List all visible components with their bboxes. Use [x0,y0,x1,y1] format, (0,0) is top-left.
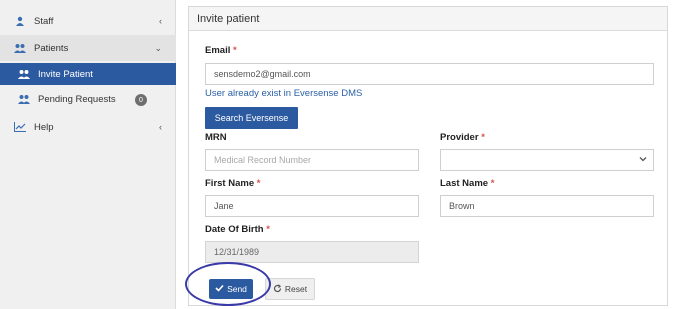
last-name-label: Last Name * [440,178,494,189]
sidebar-item-invite-patient[interactable]: Invite Patient [0,63,176,85]
users-icon [14,43,26,53]
email-field[interactable]: sensdemo2@gmail.com [205,63,654,85]
reset-button[interactable]: Reset [265,278,315,300]
sidebar-item-staff[interactable]: Staff ‹ [0,8,176,34]
invite-patient-panel: Invite patient Email * sensdemo2@gmail.c… [188,6,668,306]
sidebar-item-label: Help [34,121,54,133]
sidebar-item-patients[interactable]: Patients ⌄ [0,35,176,61]
search-eversense-button[interactable]: Search Eversense [205,107,298,129]
sidebar-item-pending-requests[interactable]: Pending Requests 0 [0,88,176,110]
dob-label: Date Of Birth * [205,224,270,235]
chevron-left-icon: ‹ [159,16,162,26]
panel-header: Invite patient [189,7,667,31]
first-name-field[interactable]: Jane [205,195,419,217]
sidebar-item-label: Invite Patient [38,68,93,80]
count-badge: 0 [135,94,147,106]
reset-button-label: Reset [284,284,308,294]
email-label-text: Email [205,45,231,56]
first-name-label: First Name * [205,178,260,189]
sidebar-item-label: Patients [34,42,69,54]
annotation-circle [185,262,271,306]
email-label: Email * [205,45,237,56]
users-icon [18,94,30,104]
chevron-left-icon: ‹ [159,122,162,132]
mrn-field[interactable]: Medical Record Number [205,149,419,171]
sidebar: Staff ‹ Patients ⌄ Invite Patient Pendin… [0,0,176,309]
provider-label-text: Provider [440,132,479,143]
required-marker: * [481,132,485,143]
required-marker: * [266,224,270,235]
chart-icon [14,122,26,132]
dob-field[interactable]: 12/31/1989 [205,241,419,263]
last-name-field[interactable]: Brown [440,195,654,217]
sidebar-item-label: Staff [34,15,54,27]
provider-select[interactable] [440,149,654,171]
refresh-icon [273,283,282,295]
chevron-down-icon [639,155,647,165]
panel-title: Invite patient [197,13,260,25]
chevron-down-icon: ⌄ [154,42,162,53]
dob-label-text: Date Of Birth [205,224,264,235]
person-icon [14,16,26,26]
sidebar-item-help[interactable]: Help ‹ [0,114,176,140]
mrn-label: MRN [205,132,227,143]
required-marker: * [233,45,237,56]
required-marker: * [256,178,261,189]
sidebar-item-label: Pending Requests [38,93,116,105]
provider-label: Provider * [440,132,485,143]
users-icon [18,69,30,79]
user-exists-message: User already exist in Eversense DMS [205,88,363,99]
last-name-label-text: Last Name [440,178,489,189]
required-marker: * [490,178,495,189]
first-name-label-text: First Name [205,178,255,189]
